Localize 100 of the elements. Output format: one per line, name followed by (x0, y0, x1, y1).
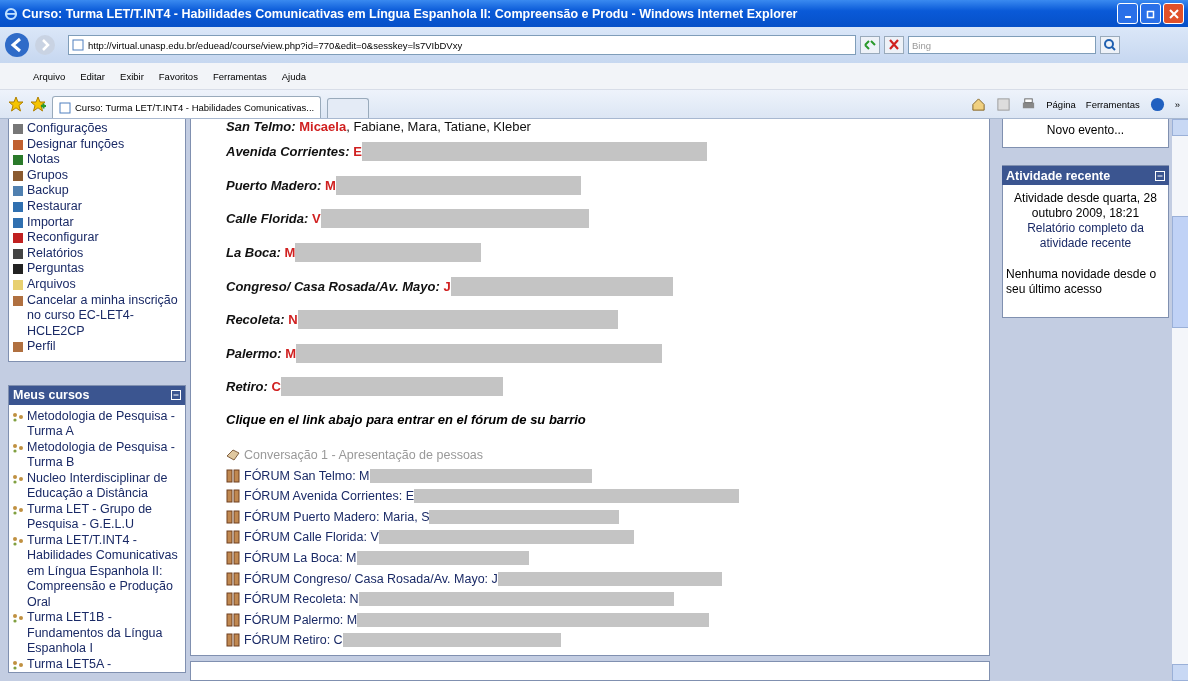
stop-icon[interactable] (884, 36, 904, 54)
group-text: Calle Florida: V (226, 211, 321, 227)
vertical-scrollbar[interactable] (1172, 119, 1188, 681)
admin-item-icon (12, 138, 24, 151)
course-link[interactable]: Turma LET1B - Fundamentos da Língua Espanhola I (27, 610, 182, 657)
admin-link[interactable]: Grupos (27, 167, 68, 184)
admin-item-icon (12, 263, 24, 276)
activity-since-text: Atividade desde quarta, 28 outubro 2009, 18:21 (1013, 191, 1158, 221)
course-icon (12, 613, 24, 624)
admin-item-icon (12, 154, 24, 167)
forum-icon (226, 633, 240, 648)
admin-link[interactable]: Perfil (27, 339, 56, 355)
admin-link[interactable]: Cancelar a minha inscrição no curso EC-LET4-HCLE2CP (27, 292, 182, 340)
course-link[interactable]: Nucleo Interdisciplinar de Educação a Distância (27, 470, 182, 502)
admin-item-icon (12, 123, 24, 135)
page-menu[interactable]: Página (1046, 99, 1076, 110)
close-button[interactable] (1163, 3, 1184, 24)
browser-tab[interactable]: Curso: Turma LET/T.INT4 - Habilidades Comunicativas... (52, 96, 322, 118)
forum-icon (226, 530, 240, 545)
activity-link[interactable]: FÓRUM Recoleta: N (244, 592, 359, 607)
maximize-button[interactable] (1140, 3, 1161, 24)
search-icon[interactable] (1100, 36, 1120, 54)
admin-item-icon (12, 232, 24, 245)
forum-icon (226, 468, 240, 483)
course-icon (12, 442, 24, 453)
full-report-link[interactable]: Relatório completo da atividade recente (1006, 221, 1165, 251)
favorites-star-icon[interactable] (8, 96, 24, 112)
course-link[interactable]: Turma LET - Grupo de Pesquisa - G.E.L.U (27, 501, 182, 533)
new-event-link[interactable]: Novo evento... (1046, 123, 1125, 137)
tools-menu[interactable]: Ferramentas (1085, 99, 1140, 110)
admin-item-icon (12, 185, 24, 198)
admin-link[interactable]: Restaurar (27, 198, 82, 215)
group-text: Palermo: M (226, 345, 297, 361)
group-text: Avenida Corrientes: E (226, 144, 362, 160)
menu-item[interactable]: Ferramentas (212, 70, 267, 82)
menu-item[interactable]: Editar (80, 70, 106, 82)
admin-item-icon (12, 216, 24, 229)
minimize-button[interactable] (1117, 3, 1138, 24)
group-text: Recoleta: N (226, 312, 298, 328)
course-icon (12, 535, 24, 546)
page-icon (72, 39, 84, 51)
group-text: La Boca: M (226, 245, 296, 261)
group-text: Congreso/ Casa Rosada/Av. Mayo: J (226, 278, 451, 294)
menu-item[interactable]: Favoritos (158, 70, 198, 82)
close-icon (1168, 8, 1179, 19)
activity-link[interactable]: FÓRUM La Boca: M (244, 551, 357, 565)
menu-item[interactable]: Ajuda (281, 70, 307, 82)
forum-icon (226, 509, 240, 524)
no-news-text: Nenhuma novidade desde o seu último acesso (1006, 267, 1158, 297)
maximize-icon (1145, 8, 1156, 19)
refresh-icon[interactable] (860, 36, 880, 54)
activity-link[interactable]: FÓRUM San Telmo: M (244, 468, 370, 483)
address-field[interactable]: http://virtual.unasp.edu.br/eduead/course/view.php?id=770&edit=0&sesskey=ls7VIbDVxy (68, 35, 856, 55)
home-icon[interactable] (971, 97, 987, 112)
browser-logo-icon (4, 6, 18, 21)
menu-item[interactable]: Exibir (120, 70, 144, 82)
course-link[interactable]: Turma LET5A - (27, 656, 112, 673)
collapse-icon[interactable] (171, 390, 181, 401)
course-icon (12, 504, 24, 515)
course-link[interactable]: Turma LET/T.INT4 - Habilidades Comunicativas em Língua Espanhola II: Compreensão e Produção Oral (27, 532, 182, 611)
minimize-icon (1124, 15, 1131, 18)
menu-item[interactable]: Arquivo (33, 70, 66, 82)
forum-icon (226, 571, 240, 586)
forum-icon (226, 612, 240, 627)
group-text: Retiro: C (226, 379, 281, 395)
admin-item-icon (12, 200, 24, 213)
back-icon[interactable] (4, 32, 30, 58)
window-title: Curso: Turma LET/T.INT4 - Habilidades Comunicativas em Língua Espanhola II: Compreensão e Produ - Windows Internet Explorer (22, 6, 799, 21)
admin-item-icon (12, 169, 24, 182)
admin-link[interactable]: Designar funções (27, 136, 125, 153)
activity-link[interactable]: FÓRUM Retiro: C (244, 633, 343, 648)
activity-link[interactable]: FÓRUM Calle Florida: V (244, 530, 379, 545)
admin-link[interactable]: Perguntas (27, 261, 84, 277)
activity-link[interactable]: FÓRUM Puerto Madero: Maria, S (244, 509, 430, 524)
course-icon (12, 659, 24, 670)
course-link[interactable]: Metodologia de Pesquisa - Turma A (27, 408, 182, 440)
forum-icon (226, 489, 240, 504)
activity-link[interactable]: FÓRUM Palermo: M (244, 612, 358, 627)
admin-item-icon (12, 341, 24, 354)
group-text: Puerto Madero: M (226, 177, 336, 193)
course-link[interactable]: Metodologia de Pesquisa - Turma B (27, 439, 182, 471)
admin-link[interactable]: Relatórios (27, 245, 84, 262)
admin-link[interactable]: Reconfigurar (27, 230, 99, 246)
collapse-icon[interactable] (1155, 170, 1165, 181)
search-field[interactable]: Bing (908, 36, 1096, 54)
admin-item-icon (12, 247, 24, 260)
admin-link[interactable]: Notas (27, 152, 60, 168)
more-button[interactable]: » (1174, 99, 1180, 110)
activity-link[interactable]: FÓRUM Congreso/ Casa Rosada/Av. Mayo: J (244, 571, 498, 586)
admin-link[interactable]: Arquivos (27, 276, 76, 293)
forum-icon (226, 551, 240, 565)
chat-icon (226, 448, 240, 463)
activity-link[interactable]: FÓRUM Avenida Corrientes: E (244, 489, 414, 504)
page-icon (59, 101, 71, 114)
add-favorite-icon[interactable] (30, 96, 46, 112)
forum-icon (226, 592, 240, 607)
admin-link[interactable]: Importar (27, 214, 74, 231)
block-title: Atividade recente (1006, 168, 1111, 183)
admin-link[interactable]: Backup (27, 183, 69, 199)
admin-link[interactable]: Configurações (27, 121, 108, 137)
